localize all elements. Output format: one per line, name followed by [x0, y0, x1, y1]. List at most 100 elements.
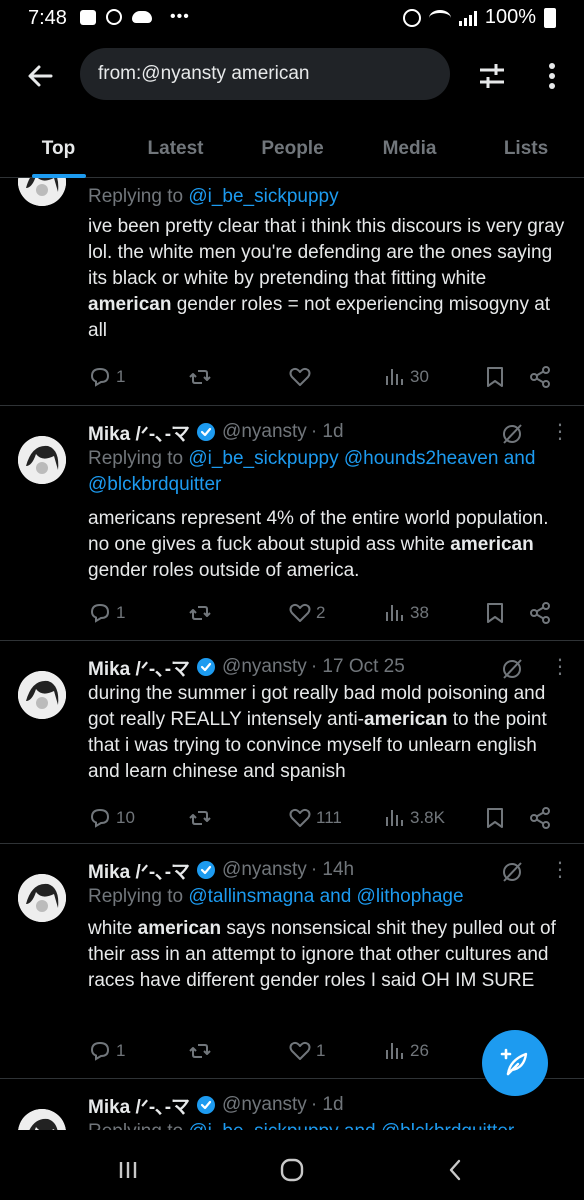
repost-button[interactable]: [188, 601, 212, 625]
views-icon: [386, 1043, 403, 1059]
reply-prefix: Replying to: [88, 886, 189, 907]
search-highlight: american: [137, 918, 222, 939]
avatar-image: [18, 874, 66, 922]
bookmark-button[interactable]: [484, 365, 506, 389]
avatar[interactable]: [18, 874, 66, 922]
tweet-text-part: ive been pretty clear that i think this …: [88, 216, 565, 289]
reply-button[interactable]: 10: [88, 806, 135, 830]
reply-to-link[interactable]: @tallinsmagna and @lithophage: [188, 886, 463, 907]
avatar[interactable]: [18, 436, 66, 484]
tweet-text-part: white: [88, 918, 138, 939]
status-time: 7:48: [28, 7, 67, 29]
like-button[interactable]: 1: [288, 1039, 325, 1063]
reply-count: 1: [116, 603, 126, 622]
tweet-more-button[interactable]: ⋮: [550, 655, 570, 681]
views-button[interactable]: 26: [384, 1040, 429, 1062]
tweet-text-part: gender roles outside of america.: [88, 560, 360, 581]
like-icon: [289, 367, 311, 386]
bookmark-button[interactable]: [484, 601, 506, 625]
share-button[interactable]: [528, 365, 552, 389]
search-highlight: american: [88, 294, 172, 315]
tweet-text: ive been pretty clear that i think this …: [88, 214, 566, 344]
verified-icon: [197, 1096, 216, 1114]
bookmark-button[interactable]: [484, 806, 506, 830]
user-handle[interactable]: @nyansty: [222, 656, 307, 678]
grok-icon[interactable]: [500, 860, 524, 884]
repost-button[interactable]: [188, 1039, 212, 1063]
share-button[interactable]: [528, 806, 552, 830]
avatar-image: [18, 178, 66, 206]
user-handle[interactable]: @nyansty: [222, 421, 307, 443]
display-name[interactable]: Mika /ᐟ-､-マ: [88, 654, 190, 681]
tab-latest[interactable]: Latest: [117, 122, 234, 177]
views-button[interactable]: 3.8K: [384, 807, 445, 829]
tweet[interactable]: Replying to @i_be_sickpuppy ive been pre…: [0, 178, 584, 406]
tweet-time: · 1d: [310, 1094, 344, 1115]
share-button[interactable]: [528, 601, 552, 625]
avatar[interactable]: [18, 671, 66, 719]
search-results-feed: Replying to @i_be_sickpuppy ive been pre…: [0, 178, 584, 1130]
reply-button[interactable]: 1: [88, 601, 125, 625]
more-notifications-icon: •••: [170, 8, 190, 25]
avatar[interactable]: [18, 1109, 66, 1130]
home-button[interactable]: [272, 1154, 312, 1186]
back-arrow-icon: [28, 65, 53, 87]
repost-button[interactable]: [188, 806, 212, 830]
tweet-more-button[interactable]: ⋮: [550, 858, 570, 884]
compose-button[interactable]: [482, 1030, 548, 1096]
avatar-image: [18, 1109, 66, 1130]
like-button[interactable]: 2: [288, 601, 325, 625]
reply-to-link[interactable]: @i_be_sickpuppy and @blckbrdquitter: [188, 1121, 514, 1130]
reply-to-link[interactable]: @i_be_sickpuppy: [188, 186, 338, 207]
tweet-header: Mika /ᐟ-､-マ @nyansty · 1d: [88, 418, 566, 446]
filter-button[interactable]: [474, 58, 510, 94]
notification-icons: •••: [80, 8, 190, 26]
views-button[interactable]: 30: [384, 366, 429, 388]
search-input[interactable]: from:@nyansty american: [80, 48, 450, 100]
share-icon: [530, 366, 550, 388]
tweet-time: · 1d: [310, 421, 344, 442]
repost-icon: [189, 606, 211, 620]
display-name[interactable]: Mika /ᐟ-､-マ: [88, 419, 190, 446]
grok-icon[interactable]: [500, 422, 524, 446]
more-options-button[interactable]: [538, 58, 566, 94]
tweet-header: Mika /ᐟ-､-マ @nyansty · 1d: [88, 1091, 566, 1119]
views-button[interactable]: 38: [384, 602, 429, 624]
repost-button[interactable]: [188, 365, 212, 389]
tweet[interactable]: Mika /ᐟ-､-マ @nyansty · 1d ⋮ Replying to …: [0, 406, 584, 641]
share-icon: [530, 602, 550, 624]
tweet-text: during the summer i got really bad mold …: [88, 681, 566, 785]
reply-button[interactable]: 1: [88, 1039, 125, 1063]
back-button[interactable]: [22, 58, 58, 94]
home-icon: [280, 1158, 304, 1182]
tweet-header: Mika /ᐟ-､-マ @nyansty · 14h: [88, 856, 566, 884]
reply-count: 1: [116, 367, 126, 386]
view-count: 3.8K: [410, 808, 445, 827]
user-handle[interactable]: @nyansty: [222, 1094, 307, 1116]
repost-icon: [189, 1044, 211, 1058]
system-icons: 100%: [402, 6, 556, 29]
grok-icon[interactable]: [500, 657, 524, 681]
tweet-actions: 1 2 38: [88, 598, 566, 628]
verified-icon: [197, 658, 216, 676]
like-button[interactable]: [288, 365, 312, 389]
search-highlight: american: [450, 534, 534, 555]
tab-top[interactable]: Top: [0, 122, 117, 177]
display-name[interactable]: Mika /ᐟ-､-マ: [88, 1092, 190, 1119]
like-button[interactable]: 111: [288, 806, 342, 830]
tweet[interactable]: Mika /ᐟ-､-マ @nyansty · 17 Oct 25 ⋮ durin…: [0, 641, 584, 844]
display-name[interactable]: Mika /ᐟ-､-マ: [88, 857, 190, 884]
tweet-more-button[interactable]: ⋮: [550, 420, 570, 446]
tab-people[interactable]: People: [234, 122, 351, 177]
recent-apps-button[interactable]: [108, 1154, 148, 1186]
bookmark-icon: [487, 808, 503, 828]
reply-count: 1: [116, 1041, 126, 1060]
avatar-image: [18, 671, 66, 719]
tab-media[interactable]: Media: [351, 122, 468, 177]
avatar[interactable]: [18, 178, 66, 206]
nav-back-button[interactable]: [436, 1154, 476, 1186]
reply-icon: [90, 1041, 110, 1061]
tab-lists[interactable]: Lists: [468, 122, 584, 177]
reply-button[interactable]: 1: [88, 365, 125, 389]
user-handle[interactable]: @nyansty: [222, 859, 307, 881]
